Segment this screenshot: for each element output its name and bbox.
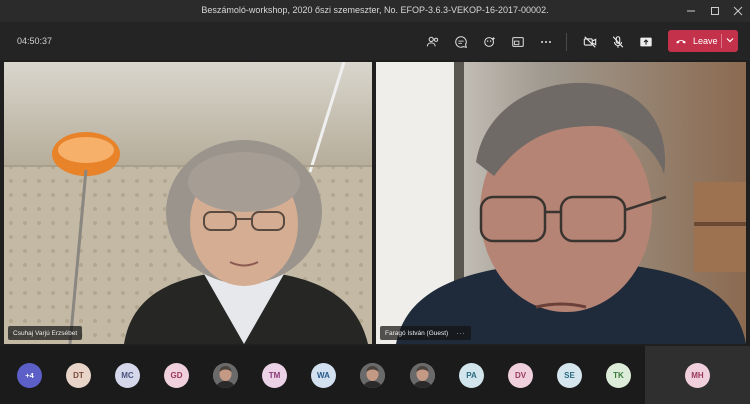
people-icon <box>426 36 439 47</box>
participant-avatar[interactable]: SE <box>557 363 582 388</box>
avatar-photo <box>360 363 385 388</box>
leave-label: Leave <box>693 36 718 46</box>
participant-photo-avatar[interactable] <box>360 363 385 388</box>
maximize-icon <box>711 7 719 15</box>
participant-avatar[interactable]: TM <box>262 363 287 388</box>
chevron-down-icon[interactable] <box>725 35 735 45</box>
participant-video-feed <box>4 62 372 344</box>
more-actions-button[interactable] <box>537 33 555 51</box>
share-tray-button[interactable] <box>509 33 527 51</box>
participant-name-tag: Csuhaj Varjú Erzsébet <box>8 326 83 340</box>
participant-name: Faragó István (Guest) <box>385 329 449 337</box>
participant-avatar[interactable]: GD <box>164 363 189 388</box>
mic-toggle-button[interactable] <box>609 33 627 51</box>
participant-avatar[interactable]: TK <box>606 363 631 388</box>
leave-separator <box>721 34 722 48</box>
close-button[interactable] <box>727 0 749 22</box>
overflow-participants-badge[interactable]: +4 <box>17 363 42 388</box>
window-title: Beszámoló-workshop, 2020 őszi szemeszter… <box>201 5 549 15</box>
chat-icon <box>455 36 467 48</box>
more-icon <box>541 40 551 44</box>
participant-avatar[interactable]: DT <box>66 363 91 388</box>
participant-avatar[interactable]: PA <box>459 363 484 388</box>
maximize-button[interactable] <box>704 0 726 22</box>
share-content-button[interactable] <box>637 33 655 51</box>
avatar-photo <box>410 363 435 388</box>
participant-avatar[interactable]: MC <box>115 363 140 388</box>
title-bar: Beszámoló-workshop, 2020 őszi szemeszter… <box>0 0 750 22</box>
leave-button[interactable]: Leave <box>668 30 738 52</box>
participant-avatar[interactable]: DV <box>508 363 533 388</box>
video-tile-participant-2[interactable]: Faragó István (Guest) ··· <box>376 62 746 344</box>
reactions-icon <box>484 37 495 47</box>
participant-avatar[interactable]: MH <box>685 363 710 388</box>
meeting-timer: 04:50:37 <box>17 36 53 46</box>
mic-off-icon <box>612 36 624 48</box>
close-icon <box>733 6 743 16</box>
participant-name: Csuhaj Varjú Erzsébet <box>13 329 78 337</box>
participant-name-tag: Faragó István (Guest) ··· <box>380 326 471 340</box>
participant-more-options[interactable]: ··· <box>456 330 466 337</box>
participant-avatar[interactable]: WA <box>311 363 336 388</box>
chat-button[interactable] <box>452 33 470 51</box>
share-icon <box>640 37 652 47</box>
participants-button[interactable] <box>424 33 442 51</box>
camera-toggle-button[interactable] <box>581 33 599 51</box>
phone-hangup-icon <box>676 40 686 44</box>
minimize-icon <box>687 10 695 12</box>
meeting-control-bar: 04:50:37 Leave <box>0 22 750 60</box>
share-tray-icon <box>512 37 524 47</box>
participant-video-feed <box>376 62 746 344</box>
participant-photo-avatar[interactable] <box>410 363 435 388</box>
participant-photo-avatar[interactable] <box>213 363 238 388</box>
reactions-button[interactable] <box>481 33 499 51</box>
video-tile-participant-1[interactable]: Csuhaj Varjú Erzsébet <box>4 62 372 344</box>
control-divider <box>566 33 567 51</box>
camera-off-icon <box>583 36 597 48</box>
minimize-button[interactable] <box>680 0 702 22</box>
participant-strip: +4 DT MC GD TM WA PA DV SE TK MH <box>0 346 750 404</box>
avatar-photo <box>213 363 238 388</box>
